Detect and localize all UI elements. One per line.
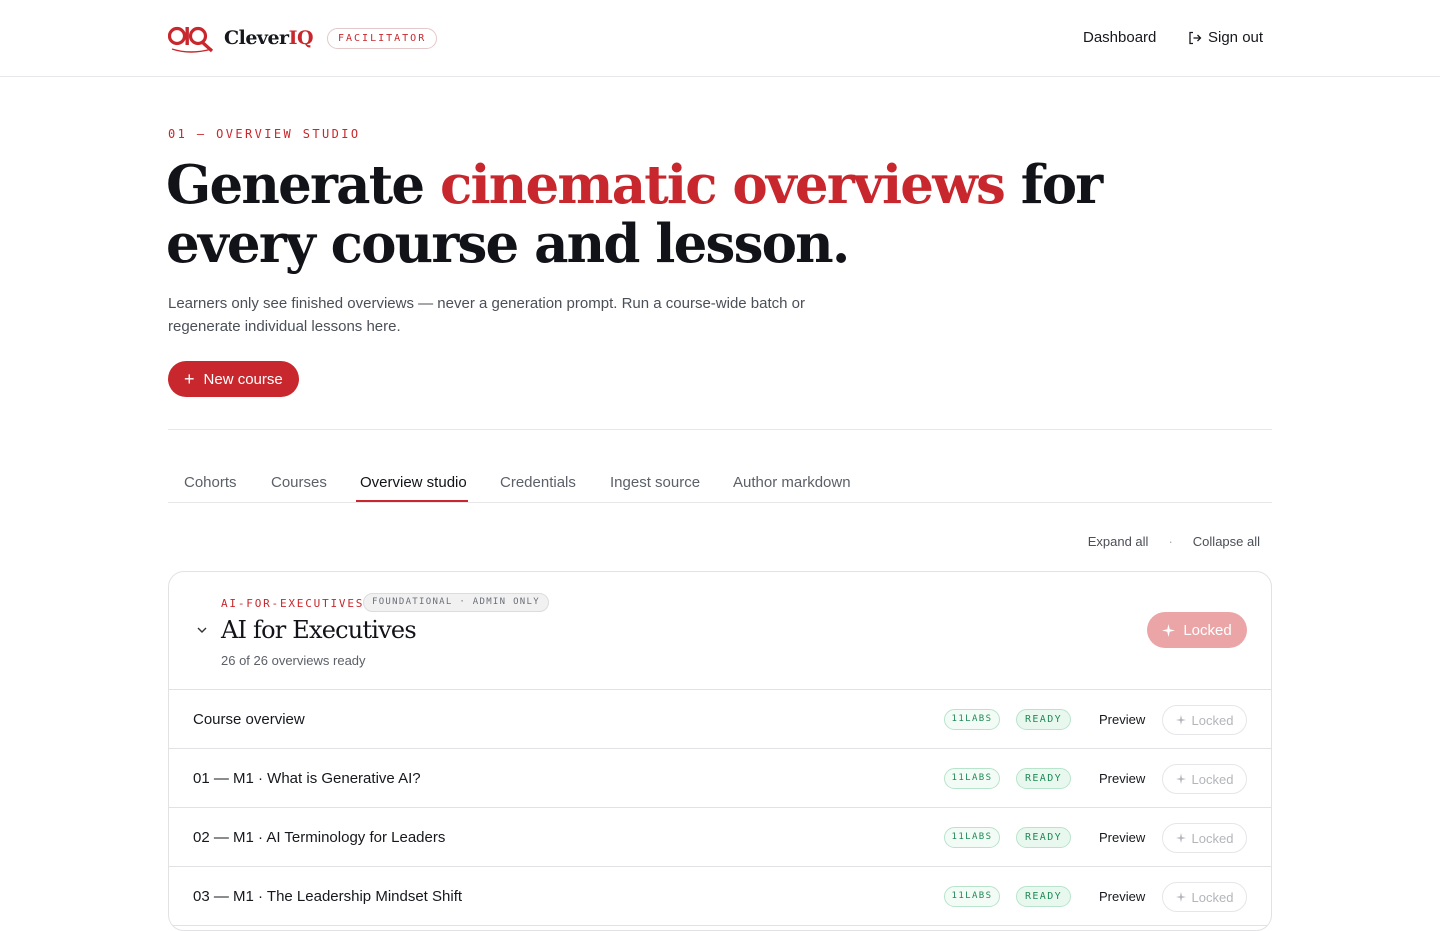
tab-author-markdown[interactable]: Author markdown: [733, 474, 851, 491]
provider-badge: 11LABS: [944, 709, 1000, 730]
sparkle-icon: [1162, 623, 1176, 637]
sign-out-icon: [1189, 31, 1202, 44]
locked-label: Locked: [1183, 621, 1232, 639]
status-badge: READY: [1016, 827, 1071, 848]
tab-overview-studio[interactable]: Overview studio: [360, 474, 467, 491]
lesson-row: 01 — M1 · What is Generative AI? 11LABS …: [169, 749, 1271, 808]
tab-bar: Cohorts Courses Overview studio Credenti…: [168, 462, 1272, 503]
tab-credentials[interactable]: Credentials: [500, 474, 576, 491]
course-card-header[interactable]: AI-FOR-EXECUTIVES FOUNDATIONAL · ADMIN O…: [169, 572, 1271, 690]
sign-out-label: Sign out: [1208, 29, 1264, 46]
generate-course-locked-button[interactable]: Locked: [1147, 612, 1247, 648]
lesson-title: 02 — M1 · AI Terminology for Leaders: [193, 829, 446, 846]
lesson-row: 03 — M1 · The Leadership Mindset Shift 1…: [169, 867, 1271, 926]
course-slug: AI-FOR-EXECUTIVES: [221, 597, 365, 610]
preview-link[interactable]: Preview: [1099, 830, 1145, 845]
top-navigation-bar: CleverIQ FACILITATOR Dashboard Sign out: [0, 0, 1440, 77]
new-course-label: New course: [203, 370, 283, 388]
preview-link[interactable]: Preview: [1099, 889, 1145, 904]
expand-all-button[interactable]: Expand all: [1088, 534, 1149, 549]
course-card: AI-FOR-EXECUTIVES FOUNDATIONAL · ADMIN O…: [168, 571, 1272, 931]
provider-badge: 11LABS: [944, 827, 1000, 848]
provider-badge: 11LABS: [944, 886, 1000, 907]
lesson-row: 02 — M1 · AI Terminology for Leaders 11L…: [169, 808, 1271, 867]
separator-dot: ·: [1168, 534, 1173, 549]
chevron-down-icon[interactable]: [195, 623, 209, 637]
course-title: AI for Executives: [221, 616, 417, 644]
course-overview-count: 26 of 26 overviews ready: [221, 653, 366, 668]
status-badge: READY: [1016, 768, 1071, 789]
lesson-row: Course overview 11LABS READY Preview Loc…: [169, 690, 1271, 749]
brand-name: CleverIQ: [224, 27, 314, 49]
locked-label: Locked: [1191, 712, 1234, 728]
locked-label: Locked: [1191, 830, 1234, 846]
title-accent: cinematic overviews: [439, 154, 1006, 216]
regenerate-locked-button[interactable]: Locked: [1162, 764, 1247, 794]
nav-dashboard-link[interactable]: Dashboard: [1083, 29, 1156, 46]
regenerate-locked-button[interactable]: Locked: [1162, 823, 1247, 853]
title-part-1: Generate: [166, 154, 440, 216]
status-badge: READY: [1016, 886, 1071, 907]
page-description: Learners only see finished overviews — n…: [168, 295, 806, 335]
preview-link[interactable]: Preview: [1099, 771, 1145, 786]
lesson-title: Course overview: [193, 711, 305, 728]
active-tab-indicator: [356, 500, 468, 502]
provider-badge: 11LABS: [944, 768, 1000, 789]
lesson-title: 01 — M1 · What is Generative AI?: [193, 770, 421, 787]
expand-collapse-controls: Expand all · Collapse all: [1088, 534, 1260, 549]
tab-courses[interactable]: Courses: [271, 474, 327, 491]
regenerate-locked-button[interactable]: Locked: [1162, 882, 1247, 912]
tab-ingest-source[interactable]: Ingest source: [610, 474, 700, 491]
plus-icon: +: [184, 369, 195, 389]
sign-out-button[interactable]: Sign out: [1188, 29, 1263, 46]
collapse-all-button[interactable]: Collapse all: [1193, 534, 1260, 549]
sparkle-icon: [1175, 892, 1186, 902]
status-badge: READY: [1016, 709, 1071, 730]
new-course-button[interactable]: + New course: [168, 361, 299, 397]
cleveriq-logo-icon: [168, 26, 214, 53]
sparkle-icon: [1175, 833, 1186, 843]
locked-label: Locked: [1191, 889, 1234, 905]
sparkle-icon: [1175, 715, 1186, 725]
page-title: Generate cinematic overviews for every c…: [166, 156, 1226, 274]
lesson-title: 03 — M1 · The Leadership Mindset Shift: [193, 888, 463, 905]
divider: [168, 429, 1272, 430]
preview-link[interactable]: Preview: [1099, 712, 1145, 727]
regenerate-locked-button[interactable]: Locked: [1162, 705, 1247, 735]
role-badge: FACILITATOR: [327, 28, 438, 49]
brand-logo[interactable]: CleverIQ: [168, 22, 314, 54]
locked-label: Locked: [1191, 771, 1234, 787]
section-eyebrow: 01 — OVERVIEW STUDIO: [168, 127, 361, 141]
course-tag-badge: FOUNDATIONAL · ADMIN ONLY: [363, 593, 549, 612]
sparkle-icon: [1175, 774, 1186, 784]
tab-cohorts[interactable]: Cohorts: [184, 474, 237, 491]
